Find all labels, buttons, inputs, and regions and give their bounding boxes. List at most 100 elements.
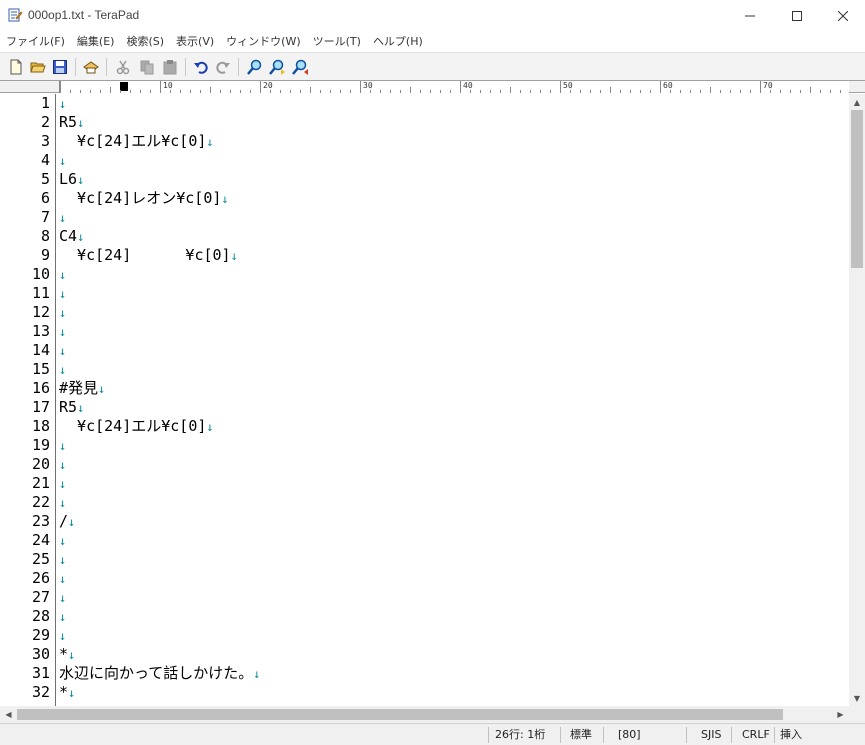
column-ruler: 010203040506070	[0, 80, 865, 93]
ruler-tick	[460, 81, 461, 93]
newline-mark-icon: ↓	[253, 667, 261, 681]
maximize-button[interactable]	[774, 0, 820, 31]
ruler-scale: 010203040506070	[59, 81, 849, 93]
close-button[interactable]	[820, 0, 865, 31]
status-wrap-width: [80]	[618, 728, 641, 741]
ruler-tick	[800, 90, 801, 93]
ruler-tick	[140, 90, 141, 93]
newline-mark-icon: ↓	[59, 572, 67, 586]
line-number: 20	[31, 455, 50, 473]
minimize-button[interactable]	[727, 0, 773, 31]
line-text: ↓	[59, 550, 66, 570]
newline-mark-icon: ↓	[59, 363, 67, 377]
ruler-tick	[350, 90, 351, 93]
menu-search[interactable]: 検索(S)	[120, 33, 170, 49]
line-content: *	[59, 645, 69, 663]
editor-line: 6 ¥c[24]レオン¥c[0]↓	[0, 189, 849, 208]
newline-mark-icon: ↓	[59, 325, 67, 339]
line-number: 15	[31, 360, 50, 378]
find-prev-icon[interactable]	[290, 57, 310, 77]
line-number: 21	[31, 474, 50, 492]
status-separator	[560, 727, 561, 743]
ruler-tick	[220, 90, 221, 93]
undo-icon[interactable]	[191, 57, 211, 77]
save-icon[interactable]	[50, 57, 70, 77]
ruler-tick	[550, 90, 551, 93]
ruler-number: 60	[663, 81, 673, 90]
ruler-number: 40	[463, 81, 473, 90]
line-number: 24	[31, 531, 50, 549]
line-number: 3	[40, 132, 50, 150]
editor-line: 3 ¥c[24]エル¥c[0]↓	[0, 132, 849, 151]
newline-mark-icon: ↓	[68, 515, 76, 529]
menu-window[interactable]: ウィンドウ(W)	[220, 33, 306, 49]
editor-line: 13 ↓	[0, 322, 849, 341]
horizontal-scrollbar[interactable]: ◀ ▶	[0, 706, 849, 723]
paste-icon[interactable]	[160, 57, 180, 77]
newline-mark-icon: ↓	[59, 344, 67, 358]
ruler-tick	[160, 81, 161, 93]
line-text: ↓	[59, 436, 66, 456]
ruler-tick	[610, 87, 611, 93]
find-icon[interactable]	[245, 57, 265, 77]
ruler-tick	[150, 90, 151, 93]
editor-line: 9 ¥c[24] ¥c[0]↓	[0, 246, 849, 265]
open-folder-icon[interactable]	[28, 57, 48, 77]
menu-edit[interactable]: 編集(E)	[71, 33, 121, 49]
ruler-tick	[90, 90, 91, 93]
line-content: 水辺に向かって話しかけた。	[59, 664, 254, 682]
ruler-tick	[440, 90, 441, 93]
ruler-tick	[200, 90, 201, 93]
scroll-down-arrow-icon[interactable]: ▼	[849, 690, 865, 706]
editor-line: 17 R5↓	[0, 398, 849, 417]
line-text: /↓	[59, 512, 75, 532]
toolbar-separator	[238, 58, 239, 76]
vertical-scroll-thumb[interactable]	[851, 110, 863, 268]
print-icon[interactable]	[81, 57, 101, 77]
ruler-tick	[730, 90, 731, 93]
ruler-tick	[340, 90, 341, 93]
status-separator	[488, 727, 489, 743]
ruler-tick	[450, 90, 451, 93]
ruler-number: 70	[763, 81, 773, 90]
scroll-up-arrow-icon[interactable]: ▲	[849, 94, 865, 110]
ruler-tick	[110, 87, 111, 93]
find-next-icon[interactable]	[267, 57, 287, 77]
ruler-number: 20	[263, 81, 273, 90]
line-text: *↓	[59, 645, 75, 665]
line-number: 17	[31, 398, 50, 416]
ruler-tick	[820, 90, 821, 93]
editor-line: 26 ↓	[0, 569, 849, 588]
ruler-tick	[750, 90, 751, 93]
ruler-tick	[540, 90, 541, 93]
scroll-right-arrow-icon[interactable]: ▶	[832, 706, 849, 723]
line-text: #発見↓	[59, 379, 105, 399]
ruler-tick	[480, 90, 481, 93]
line-number: 28	[31, 607, 50, 625]
copy-icon[interactable]	[137, 57, 157, 77]
menu-help[interactable]: ヘルプ(H)	[367, 33, 429, 49]
redo-icon[interactable]	[213, 57, 233, 77]
newline-mark-icon: ↓	[59, 268, 67, 282]
status-bar: 26行: 1桁 標準 [80] SJIS CRLF 挿入	[0, 723, 865, 745]
menu-view[interactable]: 表示(V)	[170, 33, 220, 49]
vertical-scrollbar[interactable]: ▲ ▼	[849, 94, 865, 706]
scroll-corner	[849, 706, 865, 723]
ruler-tick	[690, 90, 691, 93]
cut-icon[interactable]	[113, 57, 133, 77]
newline-mark-icon: ↓	[59, 97, 67, 111]
menu-tools[interactable]: ツール(T)	[307, 33, 367, 49]
line-number: 22	[31, 493, 50, 511]
status-insert-mode: 挿入	[780, 728, 802, 741]
menu-file[interactable]: ファイル(F)	[0, 33, 71, 49]
scroll-left-arrow-icon[interactable]: ◀	[0, 706, 17, 723]
line-number: 25	[31, 550, 50, 568]
text-editor[interactable]: 1 ↓ 2 R5↓ 3 ¥c[24]エル¥c[0]↓ 4 ↓ 5 L6↓ 6 ¥c[24]レオン¥…	[0, 94, 849, 706]
ruler-tick	[130, 90, 131, 93]
ruler-tick	[390, 90, 391, 93]
line-text: ↓	[59, 322, 66, 342]
new-file-icon[interactable]	[6, 57, 26, 77]
horizontal-scroll-thumb[interactable]	[17, 709, 783, 720]
line-content: L6	[59, 170, 78, 188]
ruler-tick	[530, 90, 531, 93]
